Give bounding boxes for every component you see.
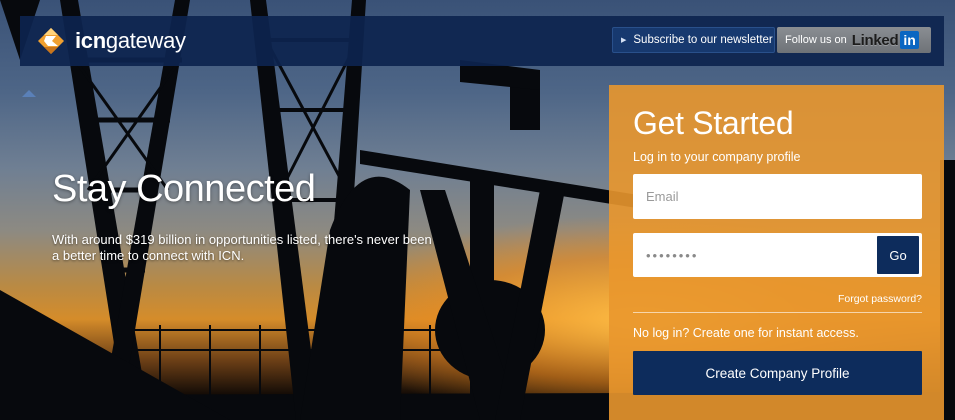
hero-description: With around $319 billion in opportunitie… <box>52 232 432 263</box>
top-bar: icngateway ▶ Subscribe to our newsletter… <box>20 16 944 66</box>
linkedin-wordmark: Linked <box>851 31 899 49</box>
subscribe-newsletter-button[interactable]: ▶ Subscribe to our newsletter <box>612 27 775 53</box>
login-panel: Get Started Log in to your company profi… <box>609 85 944 420</box>
linkedin-icon: in <box>900 31 919 49</box>
login-title: Get Started <box>633 105 794 141</box>
password-field: Go <box>633 233 922 277</box>
forgot-password-link[interactable]: Forgot password? <box>838 293 922 305</box>
password-input[interactable] <box>633 233 877 277</box>
no-login-text: No log in? Create one for instant access… <box>633 326 859 340</box>
divider <box>633 312 922 313</box>
logo[interactable]: icngateway <box>34 27 186 55</box>
follow-linkedin-button[interactable]: Follow us on Linked in <box>777 27 931 53</box>
follow-label: Follow us on <box>785 34 847 46</box>
hero-title: Stay Connected <box>52 168 316 210</box>
triangle-right-icon: ▶ <box>621 37 627 44</box>
login-subtitle: Log in to your company profile <box>633 150 801 164</box>
email-input[interactable] <box>633 174 922 219</box>
scroll-up-arrow-icon[interactable] <box>22 90 36 97</box>
logo-text: icngateway <box>75 28 186 53</box>
go-button[interactable]: Go <box>877 236 919 274</box>
subscribe-label: Subscribe to our newsletter <box>633 34 773 46</box>
icn-diamond-logo-icon <box>38 28 64 54</box>
create-company-profile-button[interactable]: Create Company Profile <box>633 351 922 395</box>
